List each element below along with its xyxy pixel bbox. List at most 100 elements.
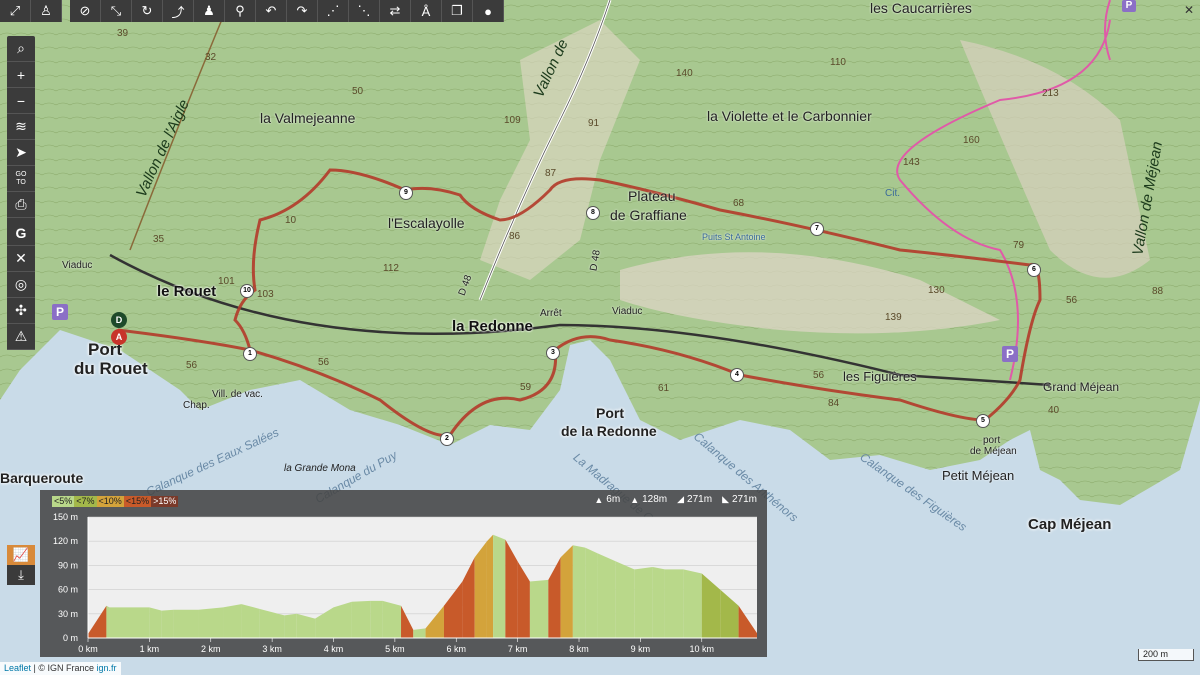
- globe-icon[interactable]: ◎: [7, 272, 35, 298]
- walk-icon[interactable]: ♟: [194, 0, 225, 22]
- waypoint-4[interactable]: 4: [730, 368, 744, 382]
- x-tick-label: 10 km: [690, 644, 715, 654]
- parking-icon: P: [1122, 0, 1136, 12]
- profile-segment: [615, 561, 635, 638]
- redo-icon[interactable]: ↷: [287, 0, 318, 22]
- profile-segment: [149, 607, 162, 638]
- scale-bar: 200 m: [1138, 649, 1194, 661]
- x-tick-label: 5 km: [385, 644, 405, 654]
- x-tick-label: 0 km: [78, 644, 98, 654]
- visibility-off-icon[interactable]: ⊘: [70, 0, 101, 22]
- y-tick-label: 30 m: [58, 609, 78, 619]
- waypoint-2[interactable]: 2: [440, 432, 454, 446]
- route-alt-icon[interactable]: ⋰: [318, 0, 349, 22]
- waypoint-9[interactable]: 9: [399, 186, 413, 200]
- attribution-text: | © IGN France: [31, 663, 97, 673]
- profile-segment: [560, 545, 573, 638]
- profile-segment: [474, 541, 487, 638]
- waypoint-5[interactable]: 5: [976, 414, 990, 428]
- y-tick-label: 150 m: [53, 512, 78, 522]
- profile-segment: [109, 607, 150, 638]
- bike-icon[interactable]: ⚲: [225, 0, 256, 22]
- waypoint-6[interactable]: 6: [1027, 263, 1041, 277]
- x-tick-label: 4 km: [324, 644, 344, 654]
- profile-segment: [572, 545, 586, 638]
- leaflet-link[interactable]: Leaflet: [4, 663, 31, 673]
- profile-segment: [284, 613, 297, 638]
- waypoint-7[interactable]: 7: [810, 222, 824, 236]
- ign-link[interactable]: ign.fr: [97, 663, 117, 673]
- profile-segment: [664, 569, 684, 638]
- x-tick-label: 1 km: [140, 644, 160, 654]
- route-steps-icon[interactable]: ⋱: [349, 0, 380, 22]
- left-controls-3: 📈 ⤓: [7, 545, 35, 585]
- x-tick-label: 7 km: [508, 644, 528, 654]
- waypoint-10[interactable]: 10: [240, 284, 254, 298]
- elevation-profile-icon[interactable]: 📈: [7, 545, 35, 565]
- x-tick-label: 2 km: [201, 644, 221, 654]
- profile-segment: [223, 604, 242, 638]
- copy-icon[interactable]: ❐: [442, 0, 473, 22]
- go-to-icon[interactable]: GO TO: [7, 166, 35, 192]
- route-loop-icon[interactable]: ↻: [132, 0, 163, 22]
- y-tick-label: 0 m: [63, 633, 78, 643]
- parking-icon: P: [52, 304, 68, 320]
- warning-icon[interactable]: ⚠: [7, 324, 35, 350]
- profile-segment: [585, 547, 598, 638]
- translate-icon[interactable]: Å: [411, 0, 442, 22]
- print-icon[interactable]: ⎙: [7, 192, 35, 218]
- left-controls-2: G ✕ ◎ ✣ ⚠: [7, 220, 35, 350]
- profile-segment: [198, 607, 224, 638]
- route-free-icon[interactable]: ⤴: [163, 0, 194, 22]
- profile-segment: [634, 567, 653, 638]
- waypoint-8[interactable]: 8: [586, 206, 600, 220]
- profile-segment: [370, 600, 383, 638]
- y-tick-label: 90 m: [58, 560, 78, 570]
- undo-icon[interactable]: ↶: [256, 0, 287, 22]
- profile-segment: [241, 604, 260, 638]
- profile-segment: [493, 534, 506, 638]
- profile-segment: [529, 579, 549, 638]
- profile-segment: [161, 609, 174, 638]
- profile-segment: [333, 601, 352, 638]
- top-toolbar: ⤢ ♙ ⊘ ⤡ ↻ ⤴ ♟ ⚲ ↶ ↷ ⋰ ⋱ ⇄ Å ❐ ●: [0, 0, 504, 22]
- profile-segment: [173, 609, 199, 638]
- x-tick-label: 8 km: [569, 644, 589, 654]
- pegman-icon[interactable]: ♙: [31, 0, 62, 22]
- profile-segment: [382, 600, 402, 638]
- route-icon[interactable]: ⤡: [101, 0, 132, 22]
- pin-icon[interactable]: ●: [473, 0, 504, 22]
- end-marker[interactable]: A: [111, 329, 127, 345]
- measure-icon[interactable]: ✕: [7, 246, 35, 272]
- profile-segment: [597, 553, 616, 638]
- close-icon[interactable]: ✕: [1178, 0, 1200, 20]
- zoom-out-icon[interactable]: −: [7, 88, 35, 114]
- layers-icon[interactable]: ≋: [7, 114, 35, 140]
- y-tick-label: 120 m: [53, 536, 78, 546]
- expand-icon[interactable]: ⤢: [0, 0, 31, 22]
- start-marker[interactable]: D: [111, 312, 127, 328]
- download-icon[interactable]: ⤓: [7, 565, 35, 585]
- reverse-icon[interactable]: ⇄: [380, 0, 411, 22]
- x-tick-label: 9 km: [631, 644, 651, 654]
- profile-segment: [683, 569, 702, 638]
- profile-segment: [106, 605, 110, 638]
- attribution: Leaflet | © IGN France ign.fr: [0, 662, 121, 675]
- locate-icon[interactable]: ➤: [7, 140, 35, 166]
- x-tick-label: 6 km: [446, 644, 466, 654]
- parking-icon: P: [1002, 346, 1018, 362]
- profile-segment: [351, 600, 371, 638]
- profile-segment: [486, 534, 494, 638]
- waypoint-1[interactable]: 1: [243, 347, 257, 361]
- profile-segment: [652, 567, 665, 638]
- left-controls: ⌕ + − ≋ ➤ GO TO ⎙ ?: [7, 36, 35, 244]
- search-icon[interactable]: ⌕: [7, 36, 35, 62]
- zoom-in-icon[interactable]: +: [7, 62, 35, 88]
- elevation-chart[interactable]: 150 m 120 m 90 m 60 m 30 m 0 m0 km 1 km 2 km 3 k…: [40, 490, 767, 657]
- waypoint-3[interactable]: 3: [546, 346, 560, 360]
- profile-segment: [413, 628, 426, 638]
- google-icon[interactable]: G: [7, 220, 35, 246]
- y-tick-label: 60 m: [58, 585, 78, 595]
- x-tick-label: 3 km: [262, 644, 282, 654]
- compass-icon[interactable]: ✣: [7, 298, 35, 324]
